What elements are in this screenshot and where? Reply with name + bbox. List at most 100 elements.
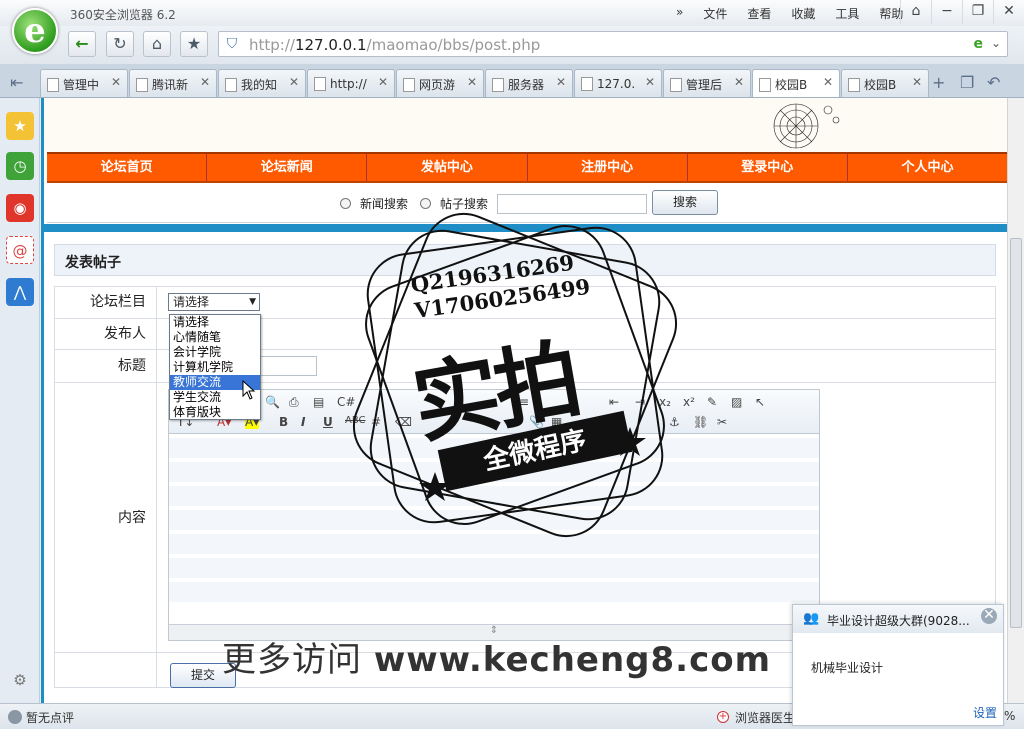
post-search-radio[interactable] <box>420 198 431 209</box>
email-icon[interactable]: @ <box>6 236 34 264</box>
category-option[interactable]: 心情随笔 <box>170 330 260 345</box>
post-search-label: 帖子搜索 <box>440 197 489 211</box>
nav-news[interactable]: 论坛新闻 <box>207 154 368 181</box>
favorite-star-button[interactable]: ★ <box>180 31 208 57</box>
settings-gear-icon[interactable]: ⚙ <box>6 666 34 694</box>
table-icon[interactable]: # <box>371 415 381 429</box>
author-label: 发布人 <box>55 319 157 349</box>
nav-post[interactable]: 发帖中心 <box>367 154 528 181</box>
popup-title[interactable]: 毕业设计超级大群(9028... <box>827 612 977 629</box>
menu-chevron-icon[interactable]: » <box>676 5 683 22</box>
tab-1[interactable]: 腾讯新 ✕ <box>129 69 217 97</box>
template-icon[interactable]: ▤ <box>313 395 324 409</box>
category-select[interactable]: 请选择 ▼ <box>168 293 260 311</box>
scrollbar-thumb[interactable] <box>1010 238 1022 628</box>
menu-view[interactable]: 查看 <box>747 5 771 22</box>
skin-icon[interactable]: ⌂ <box>900 0 931 24</box>
search-bar: 新闻搜索 帖子搜索 搜索 <box>47 185 1007 223</box>
italic-icon[interactable]: I <box>301 415 305 429</box>
print-icon[interactable]: ⎙ <box>289 395 299 410</box>
link-icon[interactable]: ⛓ <box>693 415 708 429</box>
tab-7[interactable]: 管理后 ✕ <box>663 69 751 97</box>
code-icon[interactable]: C# <box>337 395 355 409</box>
home-button[interactable]: ⌂ <box>143 31 171 57</box>
tab-list-icon[interactable]: ❐ <box>960 73 974 92</box>
new-tab-icon[interactable]: + <box>932 73 945 92</box>
tab-3[interactable]: http://✕ <box>307 69 395 97</box>
tab-close-icon[interactable]: ✕ <box>912 75 922 89</box>
tab-close-icon[interactable]: ✕ <box>734 75 744 89</box>
bold-icon[interactable]: B <box>279 415 288 429</box>
tab-close-icon[interactable]: ✕ <box>556 75 566 89</box>
eraser-icon[interactable]: ⌫ <box>395 415 412 429</box>
select-all-icon[interactable]: ▨ <box>731 395 742 409</box>
tab-close-icon[interactable]: ✕ <box>645 75 655 89</box>
sidebar-toggle-icon[interactable]: ⇤ <box>10 73 23 92</box>
pointer-icon[interactable]: ↖ <box>755 395 765 409</box>
outdent-icon[interactable]: ⇤ <box>609 395 619 409</box>
category-option[interactable]: 体育版块 <box>170 405 260 420</box>
clear-format-icon[interactable]: ✎ <box>707 395 717 409</box>
title-input[interactable] <box>255 356 317 376</box>
category-option[interactable]: 计算机学院 <box>170 360 260 375</box>
anchor-icon[interactable]: ⚓ <box>669 415 680 429</box>
category-option[interactable]: 请选择 <box>170 315 260 330</box>
security-shield-icon[interactable]: ⛉ <box>223 35 241 53</box>
tab-close-icon[interactable]: ✕ <box>378 75 388 89</box>
refresh-button[interactable]: ↻ <box>106 31 134 57</box>
tab-9[interactable]: 校园B ✕ <box>841 69 929 97</box>
vertical-scrollbar[interactable] <box>1007 98 1024 703</box>
category-label: 论坛栏目 <box>55 287 157 318</box>
search-button[interactable]: 搜索 <box>652 190 718 215</box>
unlink-icon[interactable]: ✂ <box>717 415 727 429</box>
close-window-button[interactable]: ✕ <box>993 0 1024 24</box>
indent-icon[interactable]: ⇥ <box>635 395 645 409</box>
favorites-star-icon[interactable]: ★ <box>6 112 34 140</box>
weibo-icon[interactable]: ◉ <box>6 194 34 222</box>
tab-close-icon[interactable]: ✕ <box>200 75 210 89</box>
status-review[interactable]: 暂无点评 <box>26 709 74 726</box>
menu-file[interactable]: 文件 <box>703 5 727 22</box>
nav-home[interactable]: 论坛首页 <box>47 154 208 181</box>
popup-settings-link[interactable]: 设置 <box>973 704 997 721</box>
tab-close-icon[interactable]: ✕ <box>467 75 477 89</box>
tab-5[interactable]: 服务器 ✕ <box>485 69 573 97</box>
app-icon[interactable]: ⋀ <box>6 278 34 306</box>
address-bar[interactable]: ⛉ http://127.0.0.1/maomao/bbs/post.php e… <box>218 31 1008 57</box>
popup-message[interactable]: 机械毕业设计 <box>811 659 883 676</box>
preview-icon[interactable]: 🔍 <box>265 395 280 409</box>
strikethrough-icon[interactable]: ABC <box>345 415 366 426</box>
tab-close-icon[interactable]: ✕ <box>289 75 299 89</box>
url-text[interactable]: http://127.0.0.1/maomao/bbs/post.php <box>249 36 540 54</box>
undo-close-icon[interactable]: ↶ <box>987 73 1000 92</box>
ie-mode-icon[interactable]: e <box>974 36 984 52</box>
search-input[interactable] <box>497 194 647 214</box>
tab-0[interactable]: 管理中 ✕ <box>40 69 128 97</box>
subscript-icon[interactable]: x₂ <box>659 395 671 409</box>
browser-doctor-link[interactable]: 浏览器医生 <box>735 709 795 726</box>
tab-8-active[interactable]: 校园B ✕ <box>752 69 840 97</box>
superscript-icon[interactable]: x² <box>683 395 695 409</box>
tab-6[interactable]: 127.0. ✕ <box>574 69 662 97</box>
close-icon[interactable]: ✕ <box>981 608 997 624</box>
zoom-indicator[interactable]: % <box>1004 709 1015 723</box>
nav-login[interactable]: 登录中心 <box>688 154 848 181</box>
underline-icon[interactable]: U <box>323 415 333 429</box>
restore-button[interactable]: ❐ <box>962 0 993 24</box>
menu-favorites[interactable]: 收藏 <box>791 5 815 22</box>
nav-profile[interactable]: 个人中心 <box>848 154 1007 181</box>
tab-2[interactable]: 我的知 ✕ <box>218 69 306 97</box>
news-search-radio[interactable] <box>340 198 351 209</box>
menu-tools[interactable]: 工具 <box>835 5 859 22</box>
nav-register[interactable]: 注册中心 <box>528 154 688 181</box>
address-toolbar: ← ↻ ⌂ ★ ⛉ http://127.0.0.1/maomao/bbs/po… <box>0 26 1024 64</box>
content-label: 内容 <box>55 383 157 652</box>
back-button[interactable]: ← <box>68 31 96 57</box>
history-clock-icon[interactable]: ◷ <box>6 152 34 180</box>
url-dropdown-icon[interactable]: ⌄ <box>991 36 1001 50</box>
minimize-button[interactable]: − <box>931 0 962 24</box>
category-option[interactable]: 会计学院 <box>170 345 260 360</box>
tab-close-icon[interactable]: ✕ <box>823 75 833 89</box>
tab-4[interactable]: 网页游 ✕ <box>396 69 484 97</box>
tab-close-icon[interactable]: ✕ <box>111 75 121 89</box>
